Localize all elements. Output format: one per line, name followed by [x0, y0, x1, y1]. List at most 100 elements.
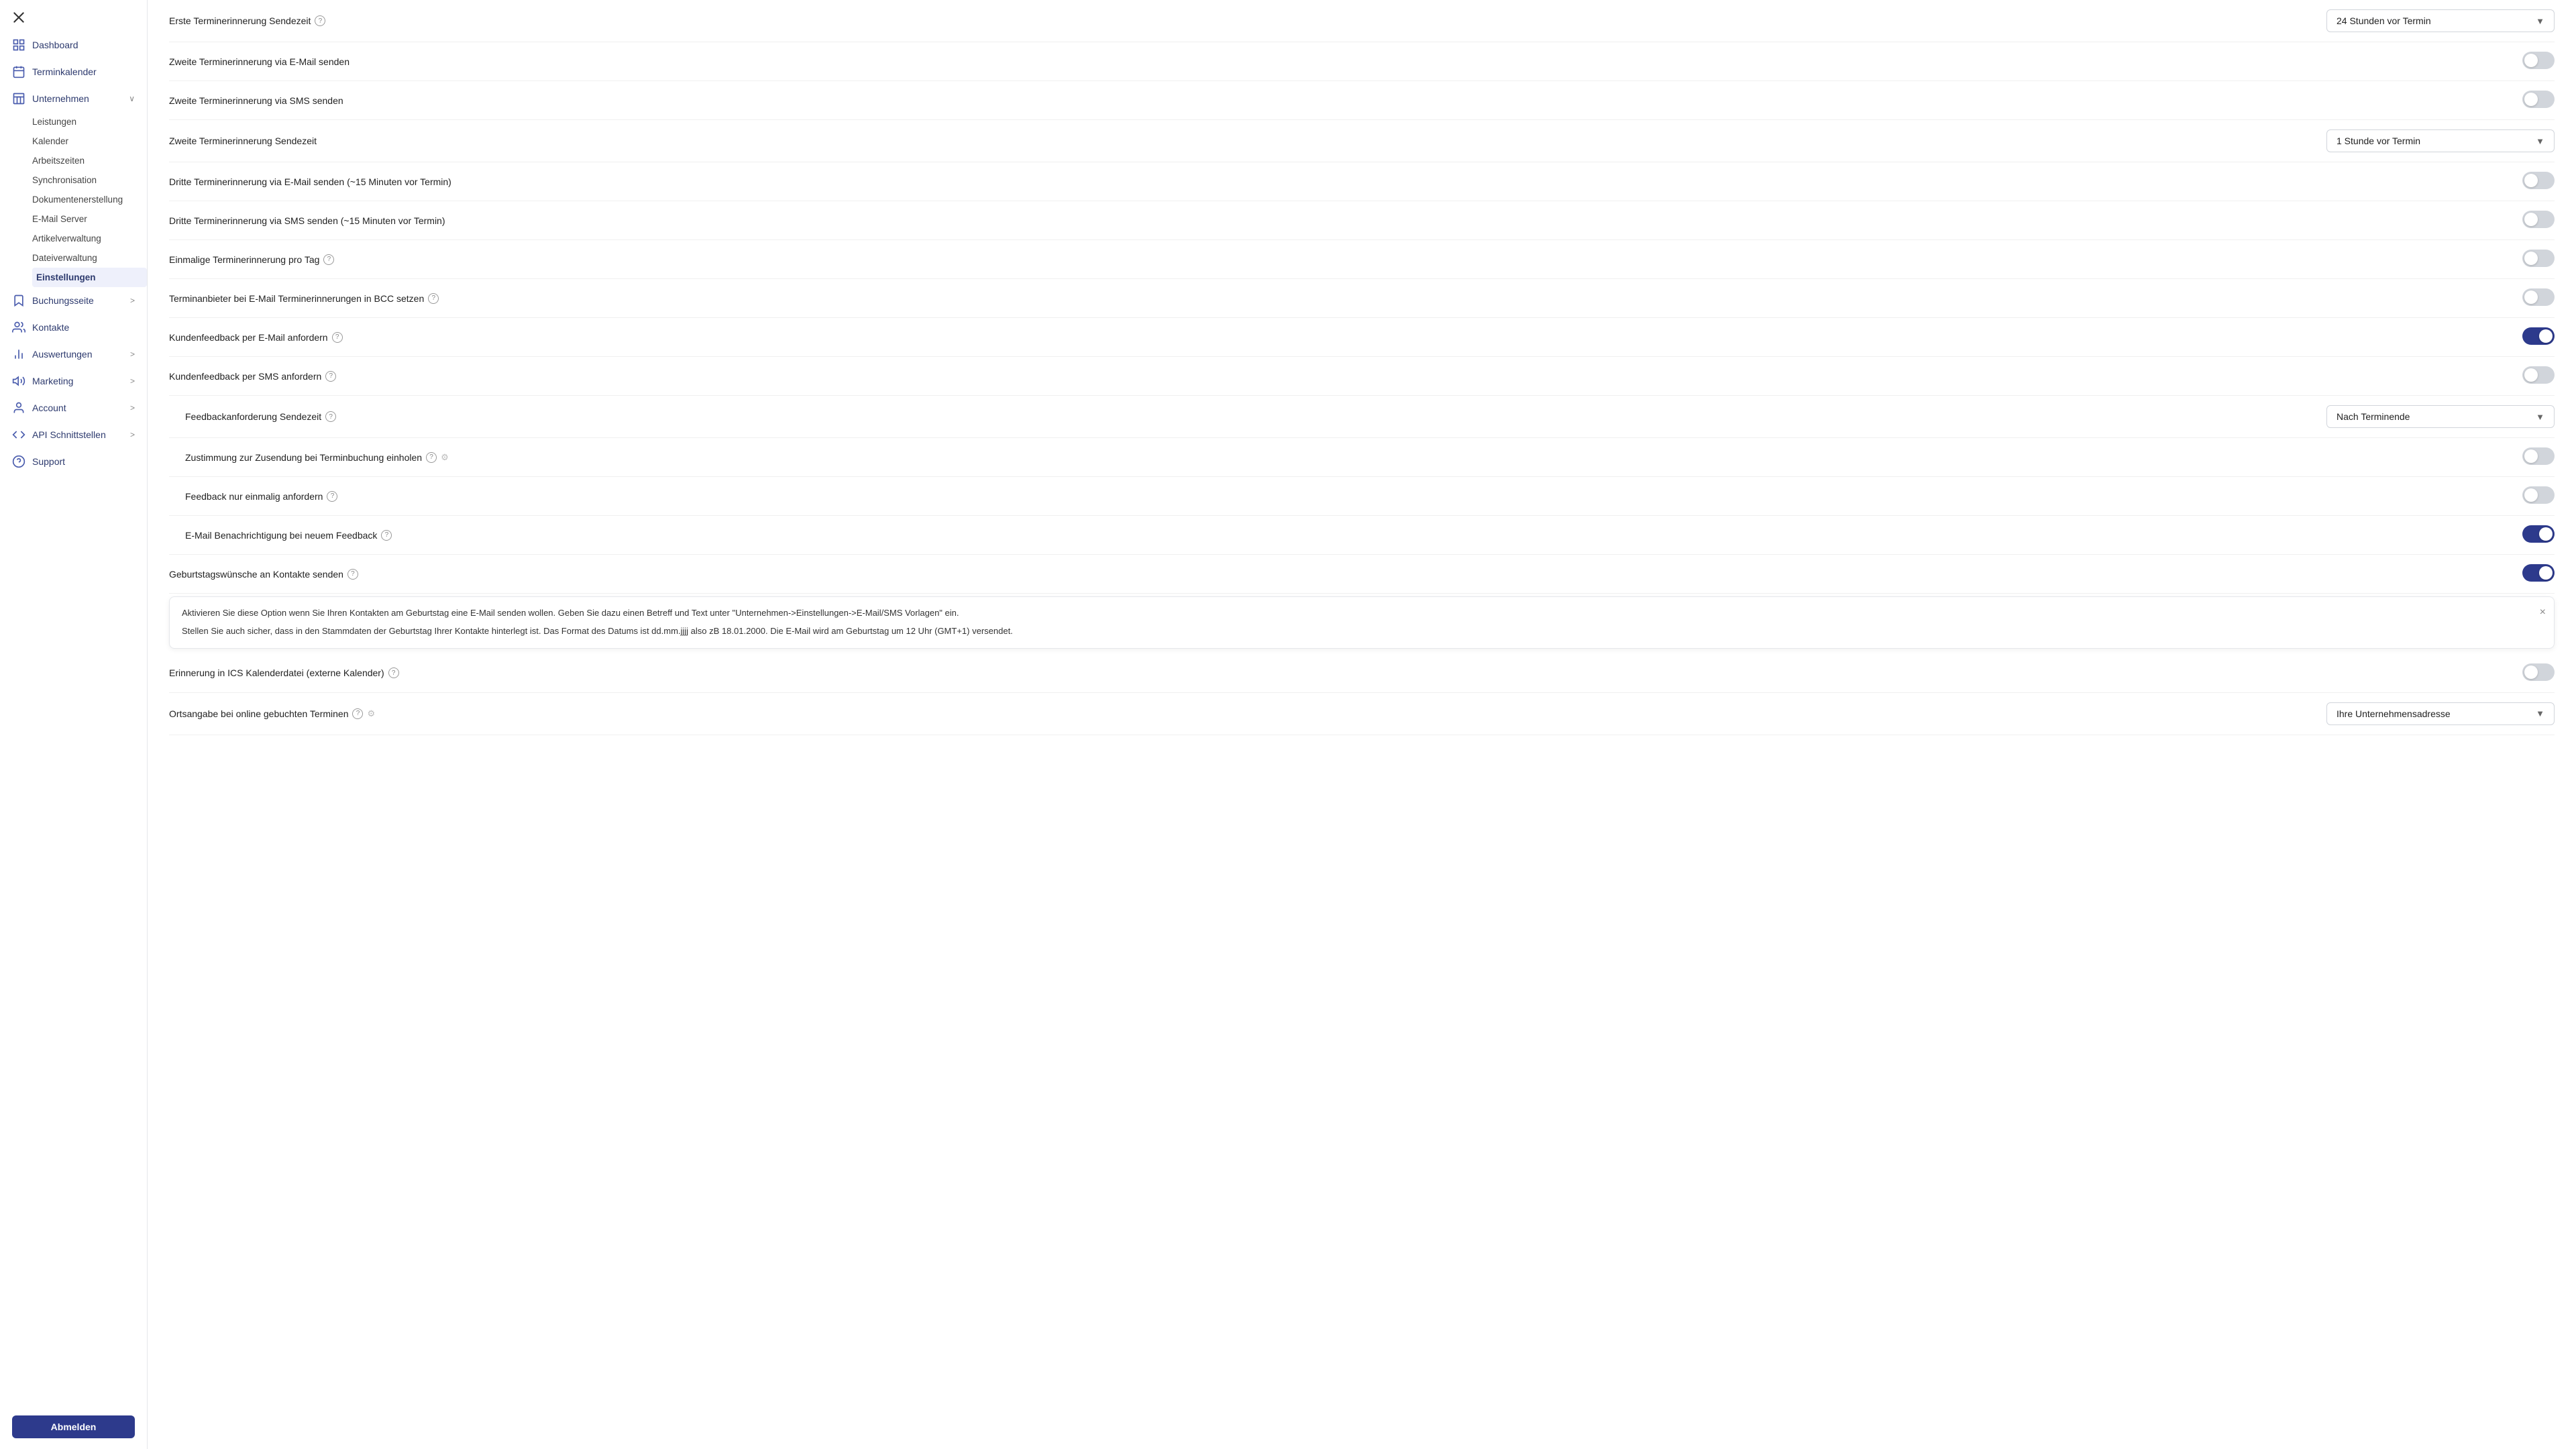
terminanbieter-bcc-toggle[interactable] [2522, 288, 2555, 306]
close-button[interactable] [0, 0, 147, 32]
erinnerung-ics-toggle[interactable] [2522, 663, 2555, 681]
toggle-wrap [2522, 91, 2555, 110]
building-icon [12, 92, 25, 105]
sidebar-item-unternehmen[interactable]: Unternehmen ∨ [0, 85, 147, 112]
chevron-down-icon: ▼ [2536, 136, 2544, 146]
sidebar-item-dashboard[interactable]: Dashboard [0, 32, 147, 58]
sidebar-item-einstellungen[interactable]: Einstellungen [32, 268, 147, 287]
help-icon[interactable]: ? [381, 530, 392, 541]
tooltip-close-button[interactable]: × [2540, 604, 2546, 621]
setting-row-ortsangabe: Ortsangabe bei online gebuchten Terminen… [169, 693, 2555, 735]
feedbackanforderung-dropdown[interactable]: Nach Terminende ▼ [2326, 405, 2555, 428]
zweite-email-toggle[interactable] [2522, 52, 2555, 69]
dropdown-value: 24 Stunden vor Termin [2337, 15, 2431, 26]
help-icon[interactable]: ? [332, 332, 343, 343]
setting-row-einmalige: Einmalige Terminerinnerung pro Tag ? [169, 240, 2555, 279]
sidebar-item-apischnittstellen[interactable]: API Schnittstellen > [0, 421, 147, 448]
sidebar-item-label: Auswertungen [32, 349, 93, 360]
users-icon [12, 321, 25, 334]
kundenfeedback-email-toggle[interactable] [2522, 327, 2555, 345]
filter-icon[interactable]: ⚙ [441, 452, 449, 463]
dritte-sms-toggle[interactable] [2522, 211, 2555, 228]
dropdown-value: 1 Stunde vor Termin [2337, 136, 2420, 146]
sidebar-item-leistungen[interactable]: Leistungen [32, 112, 147, 131]
chevron-down-icon: ▼ [2536, 16, 2544, 26]
setting-row-feedbackanforderung-sendezeit: Feedbackanforderung Sendezeit ? Nach Ter… [169, 396, 2555, 438]
sidebar-item-kalender[interactable]: Kalender [32, 131, 147, 151]
filter-icon[interactable]: ⚙ [367, 708, 375, 719]
setting-row-dritte-sms: Dritte Terminerinnerung via SMS senden (… [169, 201, 2555, 240]
sidebar: Dashboard Terminkalender Unternehmen ∨ L… [0, 0, 148, 1449]
sidebar-item-artikelverwaltung[interactable]: Artikelverwaltung [32, 229, 147, 248]
help-icon[interactable]: ? [352, 708, 363, 719]
erste-termin-dropdown[interactable]: 24 Stunden vor Termin ▼ [2326, 9, 2555, 32]
help-icon[interactable]: ? [426, 452, 437, 463]
help-icon[interactable]: ? [323, 254, 334, 265]
setting-row-zweite-sendezeit: Zweite Terminerinnerung Sendezeit 1 Stun… [169, 120, 2555, 162]
help-icon[interactable]: ? [388, 667, 399, 678]
setting-label: Kundenfeedback per E-Mail anfordern ? [169, 332, 2509, 343]
abmelden-button[interactable]: Abmelden [12, 1415, 135, 1438]
sidebar-item-dateiverwaltung[interactable]: Dateiverwaltung [32, 248, 147, 268]
email-benachrichtigung-feedback-toggle[interactable] [2522, 525, 2555, 543]
zweite-sendezeit-dropdown[interactable]: 1 Stunde vor Termin ▼ [2326, 129, 2555, 152]
setting-label: Dritte Terminerinnerung via E-Mail sende… [169, 176, 2509, 187]
sidebar-item-auswertungen[interactable]: Auswertungen > [0, 341, 147, 368]
help-icon[interactable]: ? [428, 293, 439, 304]
sidebar-item-dokumentenerstellung[interactable]: Dokumentenerstellung [32, 190, 147, 209]
zustimmung-toggle[interactable] [2522, 447, 2555, 465]
sidebar-item-account[interactable]: Account > [0, 394, 147, 421]
setting-label: Ortsangabe bei online gebuchten Terminen… [169, 708, 2313, 719]
setting-row-terminanbieter-bcc: Terminanbieter bei E-Mail Terminerinneru… [169, 279, 2555, 318]
sidebar-item-support[interactable]: Support [0, 448, 147, 475]
setting-row-zweite-email: Zweite Terminerinnerung via E-Mail sende… [169, 42, 2555, 81]
sidebar-item-kontakte[interactable]: Kontakte [0, 314, 147, 341]
help-icon[interactable]: ? [327, 491, 337, 502]
kundenfeedback-sms-toggle[interactable] [2522, 366, 2555, 384]
geburtstagswuensche-toggle[interactable] [2522, 564, 2555, 582]
help-icon[interactable]: ? [315, 15, 325, 26]
setting-row-dritte-email: Dritte Terminerinnerung via E-Mail sende… [169, 162, 2555, 201]
sidebar-item-label: Marketing [32, 376, 73, 386]
setting-row-feedback-einmalig: Feedback nur einmalig anfordern ? [169, 477, 2555, 516]
setting-label: Geburtstagswünsche an Kontakte senden ? [169, 569, 2509, 580]
setting-row-kundenfeedback-sms: Kundenfeedback per SMS anfordern ? [169, 357, 2555, 396]
feedback-einmalig-toggle[interactable] [2522, 486, 2555, 504]
chevron-down-icon: ▼ [2536, 412, 2544, 422]
setting-label: Terminanbieter bei E-Mail Terminerinneru… [169, 293, 2509, 304]
setting-label: Zustimmung zur Zusendung bei Terminbuchu… [169, 452, 2509, 463]
sidebar-item-label: Unternehmen [32, 93, 89, 104]
setting-label: E-Mail Benachrichtigung bei neuem Feedba… [169, 530, 2509, 541]
sidebar-item-label: Support [32, 456, 65, 467]
setting-label: Zweite Terminerinnerung via E-Mail sende… [169, 56, 2509, 67]
sidebar-item-marketing[interactable]: Marketing > [0, 368, 147, 394]
sidebar-item-synchronisation[interactable]: Synchronisation [32, 170, 147, 190]
sidebar-item-buchungsseite[interactable]: Buchungsseite > [0, 287, 147, 314]
chevron-down-icon: ∨ [129, 94, 135, 103]
sidebar-item-label: API Schnittstellen [32, 429, 106, 440]
tooltip-text2: Stellen Sie auch sicher, dass in den Sta… [182, 625, 2542, 639]
calendar-icon [12, 65, 25, 78]
ortsangabe-dropdown[interactable]: Ihre Unternehmensadresse ▼ [2326, 702, 2555, 725]
help-icon[interactable]: ? [325, 411, 336, 422]
setting-row-erste-termin-sendezeit: Erste Terminerinnerung Sendezeit ? 24 St… [169, 0, 2555, 42]
main-content: Erste Terminerinnerung Sendezeit ? 24 St… [148, 0, 2576, 1449]
sidebar-item-arbeitszeiten[interactable]: Arbeitszeiten [32, 151, 147, 170]
help-icon[interactable]: ? [347, 569, 358, 580]
help-icon [12, 455, 25, 468]
setting-label: Feedback nur einmalig anfordern ? [169, 491, 2509, 502]
chart-icon [12, 347, 25, 361]
dritte-email-toggle[interactable] [2522, 172, 2555, 189]
einmalige-toggle[interactable] [2522, 250, 2555, 267]
help-icon[interactable]: ? [325, 371, 336, 382]
zweite-sms-toggle[interactable] [2522, 91, 2555, 108]
sidebar-item-emailserver[interactable]: E-Mail Server [32, 209, 147, 229]
tooltip-box: × Aktivieren Sie diese Option wenn Sie I… [169, 596, 2555, 649]
sidebar-item-terminkalender[interactable]: Terminkalender [0, 58, 147, 85]
setting-row-erinnerung-ics: Erinnerung in ICS Kalenderdatei (externe… [169, 654, 2555, 693]
setting-label: Zweite Terminerinnerung Sendezeit [169, 136, 2313, 146]
sidebar-item-label: Kontakte [32, 322, 69, 333]
sidebar-item-label: Dashboard [32, 40, 78, 50]
setting-row-geburtstagswuensche: Geburtstagswünsche an Kontakte senden ? [169, 555, 2555, 594]
setting-label: Zweite Terminerinnerung via SMS senden [169, 95, 2509, 106]
